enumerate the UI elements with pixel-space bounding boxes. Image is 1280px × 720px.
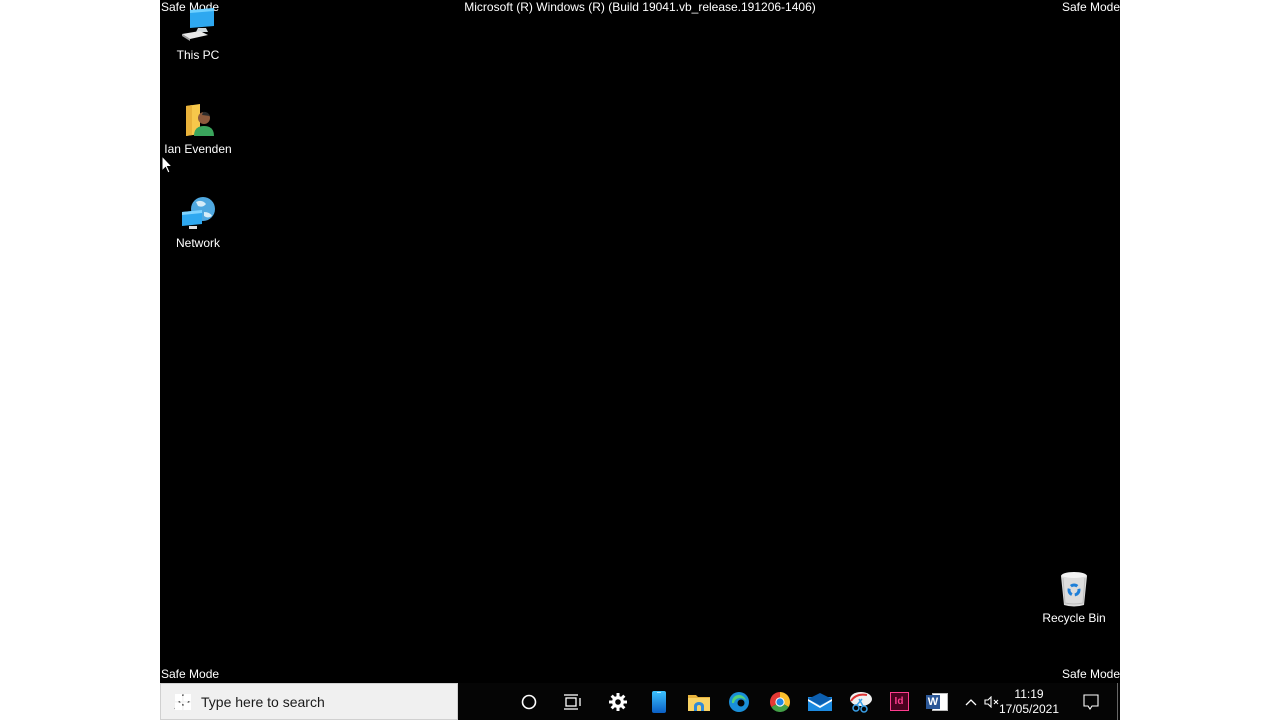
computer-icon	[178, 6, 218, 46]
snip-sketch-button[interactable]	[843, 683, 877, 720]
clock-button[interactable]: 11:19 17/05/2021	[998, 683, 1060, 720]
safe-mode-label-top-right: Safe Mode	[1061, 0, 1120, 14]
taskbar: Type here to search Id W 11:19 17/05/202…	[160, 683, 1120, 720]
desktop-icon-recycle-bin[interactable]: Recycle Bin	[1036, 569, 1112, 625]
mouse-cursor	[161, 154, 174, 179]
search-placeholder: Type here to search	[201, 693, 325, 710]
gear-icon	[609, 692, 627, 711]
folder-icon	[688, 694, 710, 711]
notification-icon	[1083, 693, 1099, 710]
desktop-icon-label: Ian Evenden	[164, 142, 232, 156]
network-icon	[178, 194, 218, 234]
indesign-icon-text: Id	[894, 696, 904, 707]
snip-sketch-icon	[850, 691, 872, 713]
volume-muted-icon	[984, 695, 999, 708]
action-center-button[interactable]	[1078, 683, 1104, 720]
build-string: Microsoft (R) Windows (R) (Build 19041.v…	[464, 0, 816, 14]
settings-button[interactable]	[601, 683, 635, 720]
user-folder-icon	[178, 100, 218, 140]
desktop: Safe Mode Microsoft (R) Windows (R) (Bui…	[160, 0, 1120, 720]
chrome-icon	[770, 691, 790, 712]
file-explorer-button[interactable]	[682, 683, 716, 720]
desktop-icon-user-folder[interactable]: Ian Evenden	[160, 100, 236, 156]
show-hidden-icons-button[interactable]	[962, 683, 980, 720]
desktop-icon-label: This PC	[176, 48, 220, 62]
word-icon-text: W	[927, 695, 939, 708]
edge-button[interactable]	[722, 683, 756, 720]
desktop-icon-network[interactable]: Network	[160, 194, 236, 250]
windows-logo-icon	[175, 693, 191, 710]
word-icon: W	[926, 692, 948, 712]
start-button[interactable]	[160, 683, 206, 720]
task-view-icon	[564, 693, 581, 710]
indesign-icon: Id	[889, 692, 909, 711]
desktop-icon-label: Recycle Bin	[1042, 611, 1106, 625]
desktop-icon-this-pc[interactable]: This PC	[160, 6, 236, 62]
clock-time: 11:19	[1014, 686, 1044, 701]
mail-button[interactable]	[803, 683, 837, 720]
edge-icon	[729, 691, 749, 712]
chevron-up-icon	[965, 698, 977, 705]
safe-mode-label-bottom-left: Safe Mode	[161, 667, 220, 681]
phone-icon	[652, 690, 666, 713]
cortana-button[interactable]	[512, 683, 546, 720]
task-view-button[interactable]	[556, 683, 590, 720]
chrome-button[interactable]	[763, 683, 797, 720]
your-phone-button[interactable]	[642, 683, 676, 720]
cortana-circle-icon	[521, 694, 537, 709]
mail-icon	[808, 692, 832, 711]
show-desktop-button[interactable]	[1117, 683, 1118, 720]
clock-date: 17/05/2021	[998, 701, 1060, 716]
safe-mode-label-bottom-right: Safe Mode	[1061, 667, 1120, 681]
desktop-icon-label: Network	[175, 236, 220, 250]
word-button[interactable]: W	[920, 683, 954, 720]
recycle-bin-icon	[1054, 569, 1094, 609]
indesign-button[interactable]: Id	[882, 683, 916, 720]
